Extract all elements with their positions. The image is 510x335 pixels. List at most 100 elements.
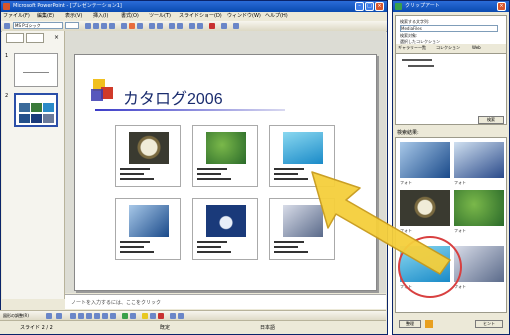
oval-icon[interactable] <box>94 313 100 319</box>
line-icon[interactable] <box>70 313 76 319</box>
menu-bar: ファイル(F) 編集(E) 表示(V) 挿入(I) 書式(O) ツール(T) ス… <box>1 12 387 21</box>
leaf-photo <box>206 132 246 164</box>
bold-icon[interactable] <box>85 23 91 29</box>
organize-button[interactable]: 整理 <box>399 320 421 328</box>
align-right-icon[interactable] <box>137 23 143 29</box>
menu-tools[interactable]: ツール(T) <box>149 12 171 21</box>
collection-tree[interactable] <box>396 55 506 115</box>
decrease-font-icon[interactable] <box>177 23 183 29</box>
tree-node[interactable] <box>402 59 432 61</box>
font-select[interactable]: MS Pゴシック <box>13 22 63 29</box>
tab-gallery[interactable]: ギャラリー一覧 <box>398 45 426 51</box>
slide-number: 1 <box>5 53 9 59</box>
organizer-app-icon <box>395 3 402 10</box>
search-go-button[interactable]: 検索 <box>478 116 504 124</box>
minimize-icon[interactable]: – <box>355 2 364 11</box>
text-color-icon[interactable] <box>158 313 164 319</box>
collection-tabs: ギャラリー一覧 コレクション Web <box>396 44 506 54</box>
draw-menu-label[interactable]: 図形の調整(R) <box>3 313 29 319</box>
align-center-icon[interactable] <box>129 23 135 29</box>
fill-color-icon[interactable] <box>142 313 148 319</box>
catalog-card[interactable] <box>115 125 181 187</box>
select-arrow-icon[interactable] <box>46 313 52 319</box>
menu-file[interactable]: ファイル(F) <box>3 12 30 21</box>
slides-tab[interactable] <box>26 33 44 43</box>
maximize-icon[interactable]: □ <box>365 2 374 11</box>
notes-placeholder: ノートを入力するには、ここをクリック <box>71 300 162 306</box>
catalog-card[interactable] <box>115 198 181 260</box>
catalog-card[interactable] <box>192 125 258 187</box>
menu-format[interactable]: 書式(O) <box>121 12 139 21</box>
thumb-picture <box>43 103 54 112</box>
font-color-icon[interactable] <box>209 23 215 29</box>
card-text-line <box>197 178 231 180</box>
status-language: 日本語 <box>260 325 276 331</box>
logo-square-blue <box>91 89 103 101</box>
picture-icon[interactable] <box>130 313 136 319</box>
thumb-picture <box>19 114 30 123</box>
shadow-icon[interactable] <box>109 23 115 29</box>
line-style-icon[interactable] <box>170 313 176 319</box>
title-underline <box>95 109 285 111</box>
new-file-icon[interactable] <box>4 23 10 29</box>
slide-title[interactable]: カタログ2006 <box>123 85 223 109</box>
new-slide-icon[interactable] <box>233 23 239 29</box>
catalog-card[interactable] <box>192 198 258 260</box>
close-icon[interactable]: × <box>375 2 384 11</box>
results-label: 検索結果: <box>397 130 419 136</box>
close-icon[interactable]: × <box>497 2 506 11</box>
bullets-icon[interactable] <box>157 23 163 29</box>
line-color-icon[interactable] <box>150 313 156 319</box>
card-text-line <box>120 178 154 180</box>
design-icon[interactable] <box>221 23 227 29</box>
card-text-line <box>197 246 221 248</box>
close-pane-icon[interactable]: × <box>54 34 59 41</box>
menu-window[interactable]: ウィンドウ(W) <box>227 12 261 21</box>
arrow-icon[interactable] <box>78 313 84 319</box>
thumb-picture <box>43 114 54 123</box>
card-text-line <box>120 241 150 243</box>
wordart-icon[interactable] <box>110 313 116 319</box>
card-text-line <box>120 173 144 175</box>
font-size-select[interactable] <box>65 22 79 29</box>
increase-font-icon[interactable] <box>169 23 175 29</box>
textbox-icon[interactable] <box>102 313 108 319</box>
slides-pane: × 1 2 <box>2 31 65 299</box>
decrease-indent-icon[interactable] <box>189 23 195 29</box>
clipart-icon[interactable] <box>122 313 128 319</box>
italic-icon[interactable] <box>93 23 99 29</box>
slide-thumbnail-selected[interactable] <box>14 93 58 127</box>
increase-indent-icon[interactable] <box>197 23 203 29</box>
card-text-line <box>197 241 227 243</box>
autoshapes-icon[interactable] <box>56 313 62 319</box>
align-left-icon[interactable] <box>121 23 127 29</box>
numbering-icon[interactable] <box>149 23 155 29</box>
clip-organizer-icon[interactable] <box>425 320 433 328</box>
menu-help[interactable]: ヘルプ(H) <box>265 12 288 21</box>
status-bar: スライド 2 / 2 既定 日本語 <box>0 320 386 334</box>
menu-edit[interactable]: 編集(E) <box>37 12 54 21</box>
menu-view[interactable]: 表示(V) <box>65 12 82 21</box>
slide-number: 2 <box>5 93 9 99</box>
shadow-style-icon[interactable] <box>178 313 184 319</box>
card-text-line <box>197 168 227 170</box>
card-text-line <box>120 251 154 253</box>
menu-insert[interactable]: 挿入(I) <box>93 12 108 21</box>
powerpoint-title-bar[interactable]: Microsoft PowerPoint - [プレゼンテーション1] – □ … <box>1 1 387 12</box>
notes-pane[interactable]: ノートを入力するには、ここをクリック <box>65 294 386 309</box>
menu-slideshow[interactable]: スライドショー(D) <box>179 12 222 21</box>
tab-collection[interactable]: コレクション <box>436 45 460 51</box>
search-input[interactable]: MediaFiles <box>400 25 498 32</box>
tab-web[interactable]: Web <box>472 45 481 50</box>
card-text-line <box>120 168 150 170</box>
tips-button[interactable]: ヒント <box>475 320 503 328</box>
status-slide-count: スライド 2 / 2 <box>20 325 53 331</box>
card-text-line <box>120 246 144 248</box>
rectangle-icon[interactable] <box>86 313 92 319</box>
underline-icon[interactable] <box>101 23 107 29</box>
task-pane-title-bar[interactable]: クリップアート × <box>393 1 509 12</box>
status-design: 既定 <box>160 325 171 331</box>
slide-thumbnail[interactable] <box>14 53 58 87</box>
tree-node[interactable] <box>408 65 434 67</box>
outline-tab[interactable] <box>6 33 24 43</box>
